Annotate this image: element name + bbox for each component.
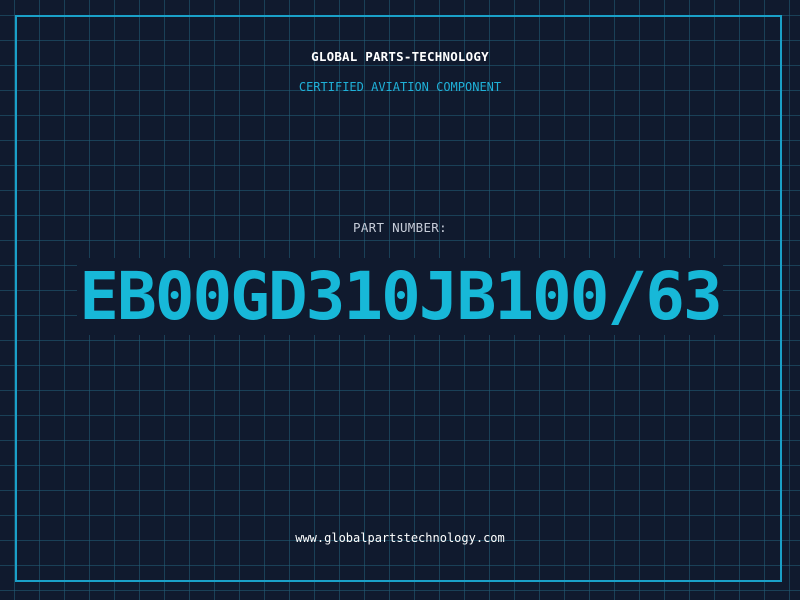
part-card: GLOBAL PARTS-TECHNOLOGY CERTIFIED AVIATI… bbox=[0, 0, 800, 600]
brand-title: GLOBAL PARTS-TECHNOLOGY bbox=[311, 49, 489, 64]
website-url: www.globalpartstechnology.com bbox=[295, 531, 505, 545]
part-number-text: EB00GD310JB100/63 bbox=[77, 258, 723, 335]
part-number-label: PART NUMBER: bbox=[353, 220, 447, 235]
part-number-value: EB00GD310JB100/63 bbox=[0, 258, 800, 335]
tagline: CERTIFIED AVIATION COMPONENT bbox=[298, 80, 502, 94]
